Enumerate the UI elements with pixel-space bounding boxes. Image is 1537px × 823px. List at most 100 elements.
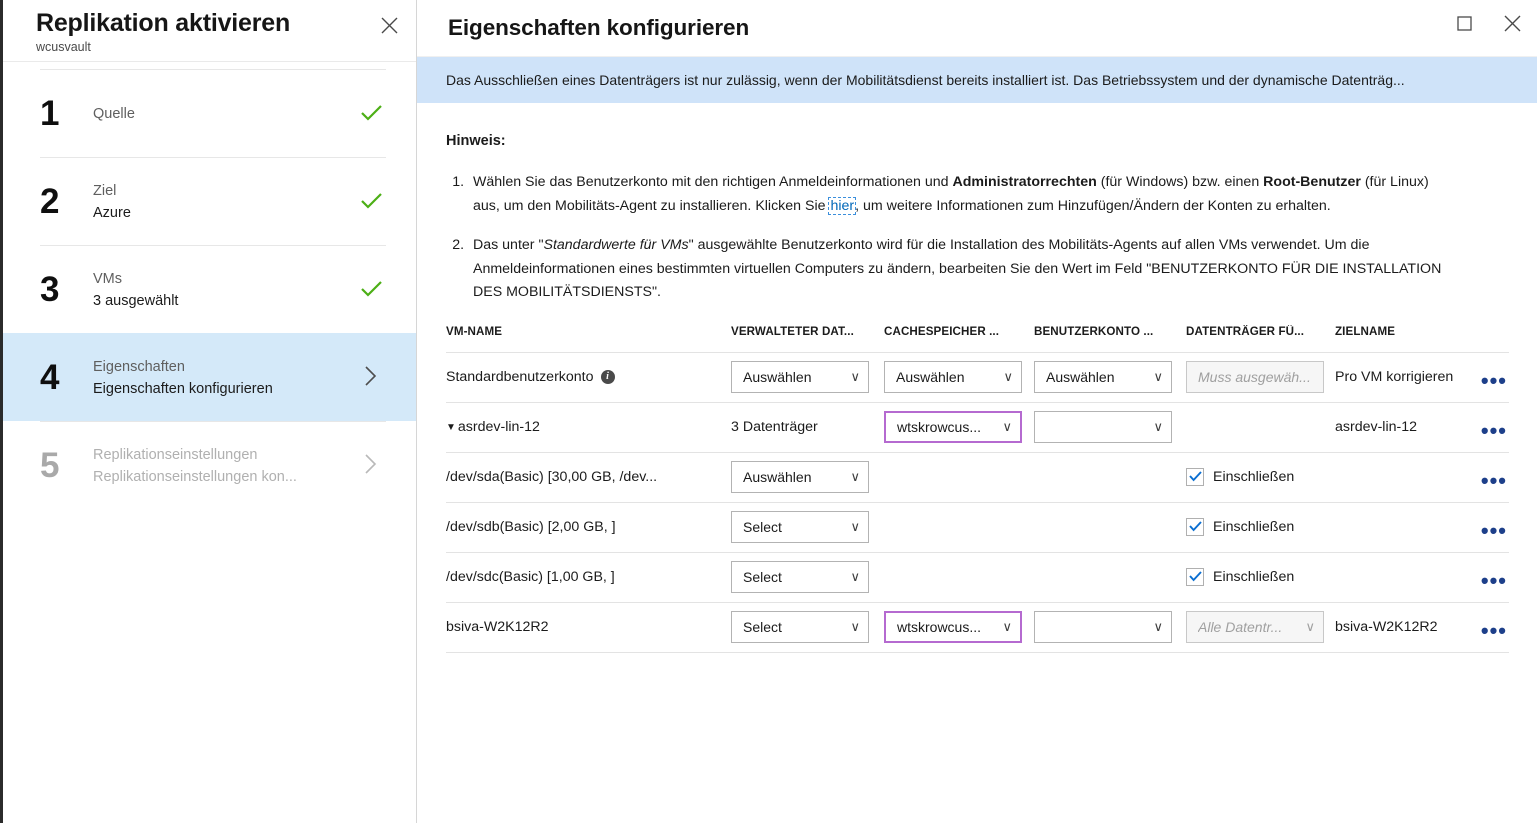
table-row: ▼ asrdev-lin-12 3 Datenträger wtskrowcus.… bbox=[446, 402, 1509, 453]
chevron-down-icon: ∨ bbox=[1003, 369, 1013, 384]
select-value: Auswählen bbox=[743, 469, 812, 485]
col-header-user-account: BENUTZERKONTO ... bbox=[1034, 324, 1186, 353]
cell-target-name: bsiva-W2K12R2 bbox=[1335, 602, 1455, 653]
disks-select-disabled: Alle Datentr... ∨ bbox=[1186, 611, 1324, 643]
properties-blade: Eigenschaften konfigurieren Das Ausschli… bbox=[417, 0, 1537, 823]
cell-managed-disk: Select ∨ bbox=[731, 552, 884, 603]
cache-storage-select[interactable]: Auswählen ∨ bbox=[884, 361, 1022, 393]
chevron-down-icon: ∨ bbox=[1153, 619, 1163, 634]
cell-disks bbox=[1186, 402, 1335, 453]
page-title: Replikation aktivieren bbox=[36, 9, 291, 37]
step-status bbox=[356, 192, 386, 212]
disk-count-label: 3 Datenträger bbox=[731, 419, 818, 435]
chevron-down-icon: ∨ bbox=[1002, 619, 1012, 634]
cell-cache-storage bbox=[884, 552, 1034, 603]
cache-storage-select[interactable]: wtskrowcus... ∨ bbox=[884, 411, 1022, 443]
managed-disk-select[interactable]: Select ∨ bbox=[731, 561, 869, 593]
chevron-down-icon: ∨ bbox=[850, 519, 860, 534]
managed-disk-select[interactable]: Auswählen ∨ bbox=[731, 361, 869, 393]
note1-part4: , um weitere Informationen zum Hinzufüge… bbox=[855, 197, 1331, 214]
sidebar-item-vms[interactable]: 3 VMs 3 ausgewählt bbox=[40, 245, 386, 333]
wizard-steps: 1 Quelle 2 Ziel Azure 3 VMs 3 ausgewählt… bbox=[3, 69, 416, 509]
select-value: Auswählen bbox=[743, 369, 812, 385]
target-name-label: asrdev-lin-12 bbox=[1335, 419, 1418, 435]
cell-disk-name: /dev/sdc(Basic) [1,00 GB, ] bbox=[446, 552, 731, 603]
hier-link[interactable]: hier bbox=[828, 196, 857, 215]
select-value: Select bbox=[743, 619, 782, 635]
cell-target-name: Pro VM korrigieren bbox=[1335, 352, 1455, 403]
row-more-menu-icon[interactable]: ••• bbox=[1479, 370, 1509, 392]
cell-actions: ••• bbox=[1455, 352, 1509, 403]
row-more-menu-icon[interactable]: ••• bbox=[1479, 470, 1509, 492]
managed-disk-select[interactable]: Select ∨ bbox=[731, 611, 869, 643]
close-icon[interactable] bbox=[1501, 12, 1523, 34]
note2-italic1: Standardwerte für VMs bbox=[543, 237, 689, 253]
cell-user-account: Auswählen ∨ bbox=[1034, 352, 1186, 403]
note1-part2: (für Windows) bzw. einen bbox=[1096, 174, 1264, 190]
sidebar-item-replikationseinstellungen[interactable]: 5 Replikationseinstellungen Replikations… bbox=[40, 421, 386, 509]
include-disk-checkbox[interactable]: Einschließen bbox=[1186, 567, 1295, 586]
select-value: Select bbox=[743, 569, 782, 585]
cell-actions: ••• bbox=[1455, 402, 1509, 453]
cache-storage-select[interactable]: wtskrowcus... ∨ bbox=[884, 611, 1022, 643]
cell-cache-storage: wtskrowcus... ∨ bbox=[884, 602, 1034, 653]
sidebar-item-ziel[interactable]: 2 Ziel Azure bbox=[40, 157, 386, 245]
note2-part1: Das unter " bbox=[473, 237, 544, 253]
include-disk-checkbox[interactable]: Einschließen bbox=[1186, 467, 1295, 486]
cell-cache-storage: Auswählen ∨ bbox=[884, 352, 1034, 403]
cell-cache-storage bbox=[884, 502, 1034, 553]
chevron-down-icon: ∨ bbox=[1305, 619, 1315, 634]
user-account-select[interactable]: Auswählen ∨ bbox=[1034, 361, 1172, 393]
table-body: Standardbenutzerkonto i Auswählen ∨ Auswä… bbox=[446, 352, 1509, 653]
table-row: Standardbenutzerkonto i Auswählen ∨ Auswä… bbox=[446, 352, 1509, 403]
select-value: Auswählen bbox=[896, 369, 965, 385]
sidebar-item-quelle[interactable]: 1 Quelle bbox=[40, 69, 386, 157]
row-more-menu-icon[interactable]: ••• bbox=[1479, 620, 1509, 642]
cell-managed-disk: Auswählen ∨ bbox=[731, 452, 884, 503]
user-account-select[interactable]: ∨ bbox=[1034, 411, 1172, 443]
chevron-down-icon: ∨ bbox=[850, 469, 860, 484]
sidebar-item-eigenschaften[interactable]: 4 Eigenschaften Eigenschaften konfigurie… bbox=[3, 333, 416, 421]
managed-disk-select[interactable]: Select ∨ bbox=[731, 511, 869, 543]
step-label: VMs bbox=[93, 270, 122, 287]
step-value: 3 ausgewählt bbox=[93, 292, 179, 309]
col-header-target-name: ZIELNAME bbox=[1335, 324, 1455, 353]
managed-disk-select[interactable]: Auswählen ∨ bbox=[731, 461, 869, 493]
cell-vm-name: ▼ asrdev-lin-12 bbox=[446, 402, 731, 453]
checkbox-label: Einschließen bbox=[1213, 518, 1295, 535]
table-row: /dev/sdc(Basic) [1,00 GB, ] Select ∨ Ein… bbox=[446, 552, 1509, 603]
step-value: Replikationseinstellungen kon... bbox=[93, 468, 297, 485]
step-label: Eigenschaften bbox=[93, 358, 185, 375]
cell-cache-storage bbox=[884, 452, 1034, 503]
expander-collapse-icon[interactable]: ▼ bbox=[446, 422, 456, 433]
row-name-label: asrdev-lin-12 bbox=[457, 419, 540, 435]
note-item-2: Das unter "Standardwerte für VMs" ausgew… bbox=[468, 234, 1456, 305]
info-icon[interactable]: i bbox=[600, 370, 615, 385]
cell-user-account: ∨ bbox=[1034, 602, 1186, 653]
row-more-menu-icon[interactable]: ••• bbox=[1479, 520, 1509, 542]
table-row: /dev/sdb(Basic) [2,00 GB, ] Select ∨ Ein… bbox=[446, 502, 1509, 553]
close-blade-icon[interactable] bbox=[376, 12, 402, 38]
checkbox-checked-icon bbox=[1186, 567, 1204, 586]
row-more-menu-icon[interactable]: ••• bbox=[1479, 420, 1509, 442]
cell-user-account bbox=[1034, 502, 1186, 553]
step-value: Azure bbox=[93, 204, 131, 221]
include-disk-checkbox[interactable]: Einschließen bbox=[1186, 517, 1295, 536]
col-header-disks-to: DATENTRÄGER FÜ... bbox=[1186, 324, 1335, 353]
row-name-label: /dev/sda(Basic) [30,00 GB, /dev... bbox=[446, 469, 658, 485]
row-more-menu-icon[interactable]: ••• bbox=[1479, 570, 1509, 592]
maximize-icon[interactable] bbox=[1453, 12, 1475, 34]
row-name-label: /dev/sdc(Basic) [1,00 GB, ] bbox=[446, 569, 615, 585]
checkbox-label: Einschließen bbox=[1213, 568, 1295, 585]
cell-user-account bbox=[1034, 452, 1186, 503]
cell-disks: Einschließen bbox=[1186, 502, 1335, 553]
step-number: 1 bbox=[40, 93, 59, 133]
user-account-select[interactable]: ∨ bbox=[1034, 611, 1172, 643]
table-header-row: VM-NAME VERWALTETER DAT... CACHESPEICHER… bbox=[446, 324, 1509, 353]
cell-user-account bbox=[1034, 552, 1186, 603]
target-name-label: Pro VM korrigieren bbox=[1335, 369, 1454, 385]
cell-disks: Muss ausgewäh... bbox=[1186, 352, 1335, 403]
checkbox-label: Einschließen bbox=[1213, 468, 1295, 485]
step-status bbox=[356, 454, 386, 477]
check-icon bbox=[360, 104, 382, 124]
